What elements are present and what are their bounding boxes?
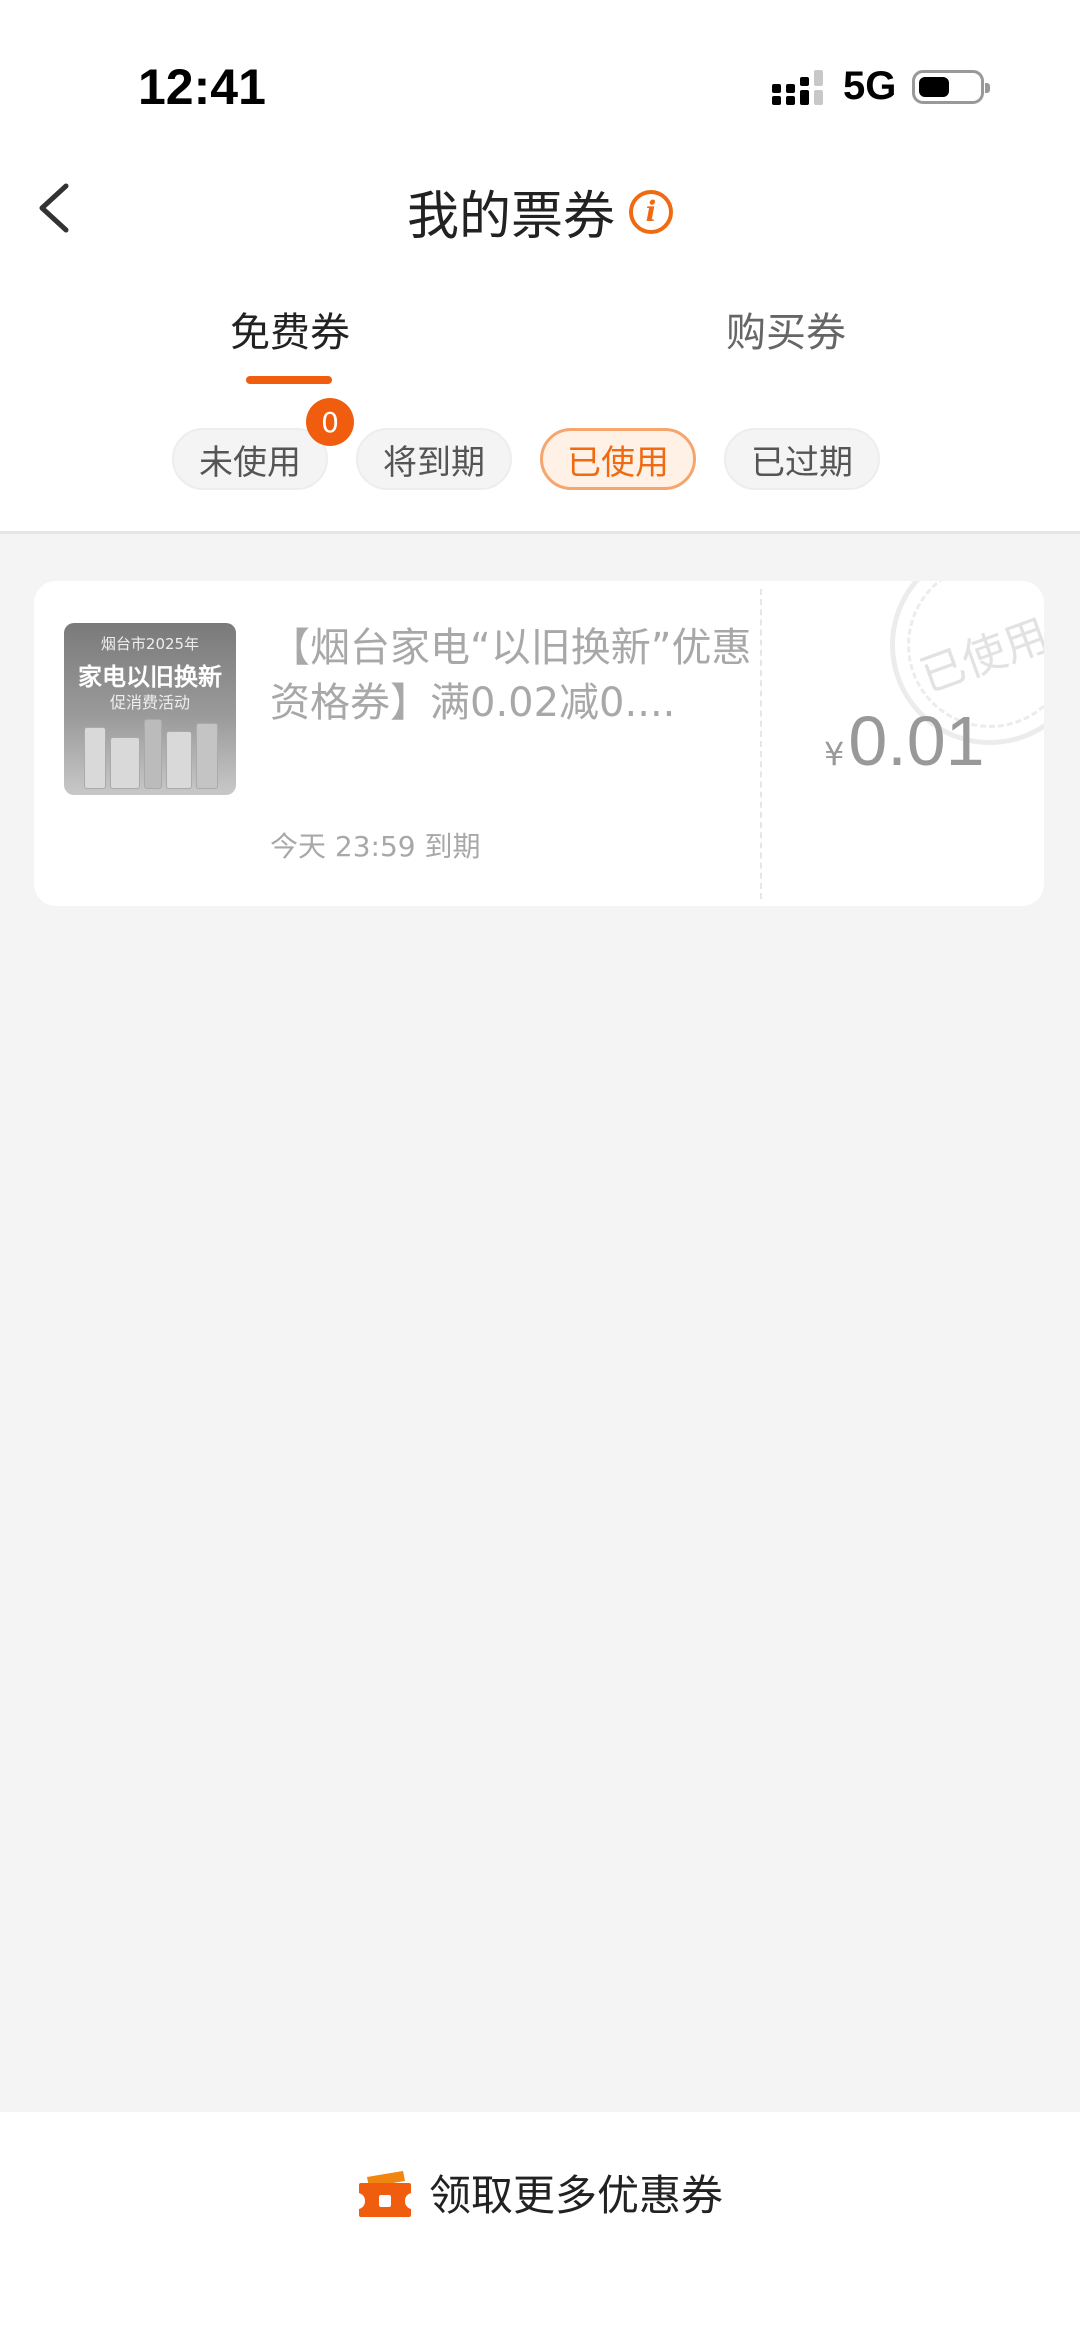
thumb-line-3: 促消费活动 xyxy=(109,693,190,712)
coupon-divider xyxy=(760,589,762,899)
appliance-graphic xyxy=(84,727,106,789)
filter-expired[interactable]: 已过期 xyxy=(724,428,880,490)
header-area: 12:41 5G 我的票券 i 免费券 购买券 未使用 将到期 已使用 已过期 … xyxy=(0,0,1080,534)
filter-bar: 未使用 将到期 已使用 已过期 xyxy=(0,428,1080,490)
get-more-coupons-button[interactable]: 领取更多优惠券 xyxy=(0,2162,1080,2223)
appliance-graphic xyxy=(196,723,218,789)
coupon-card[interactable]: 烟台市2025年 家电以旧换新 促消费活动 【烟台家电“以旧换新”优惠资格券】满… xyxy=(34,581,1044,906)
battery-icon xyxy=(912,70,990,104)
tab-purchased-coupons[interactable]: 购买券 xyxy=(726,300,846,358)
page-title-text: 我的票券 xyxy=(406,187,615,247)
network-label: 5G xyxy=(843,64,897,108)
amount-value: 0.01 xyxy=(848,702,985,780)
coupon-title: 【烟台家电“以旧换新”优惠资格券】满0.02减0.... xyxy=(270,625,752,726)
currency-symbol: ¥ xyxy=(824,735,845,773)
appliance-graphic xyxy=(166,731,192,789)
filter-unused[interactable]: 未使用 xyxy=(172,428,328,490)
thumb-line-1: 烟台市2025年 xyxy=(100,635,200,653)
coupon-thumbnail: 烟台市2025年 家电以旧换新 促消费活动 xyxy=(64,623,236,795)
bottom-bar: 领取更多优惠券 xyxy=(0,2112,1080,2348)
get-more-coupons-label: 领取更多优惠券 xyxy=(428,2171,723,2220)
thumb-line-2: 家电以旧换新 xyxy=(78,663,222,691)
appliance-graphic xyxy=(110,737,140,789)
coupon-expiry: 今天 23:59 到期 xyxy=(270,830,481,863)
page-title: 我的票券 i xyxy=(0,174,1080,249)
active-tab-indicator xyxy=(246,376,332,384)
filter-expiring[interactable]: 将到期 xyxy=(356,428,512,490)
tab-free-coupons[interactable]: 免费券 xyxy=(230,300,350,358)
unused-count-badge: 0 xyxy=(306,398,354,446)
ticket-icon xyxy=(358,2170,411,2217)
coupon-amount: ¥ 0.01 xyxy=(824,701,985,781)
signal-icon xyxy=(772,70,823,105)
status-time: 12:41 xyxy=(138,59,266,115)
appliance-graphic xyxy=(144,719,162,789)
info-icon[interactable]: i xyxy=(629,189,673,234)
filter-used[interactable]: 已使用 xyxy=(540,428,696,490)
